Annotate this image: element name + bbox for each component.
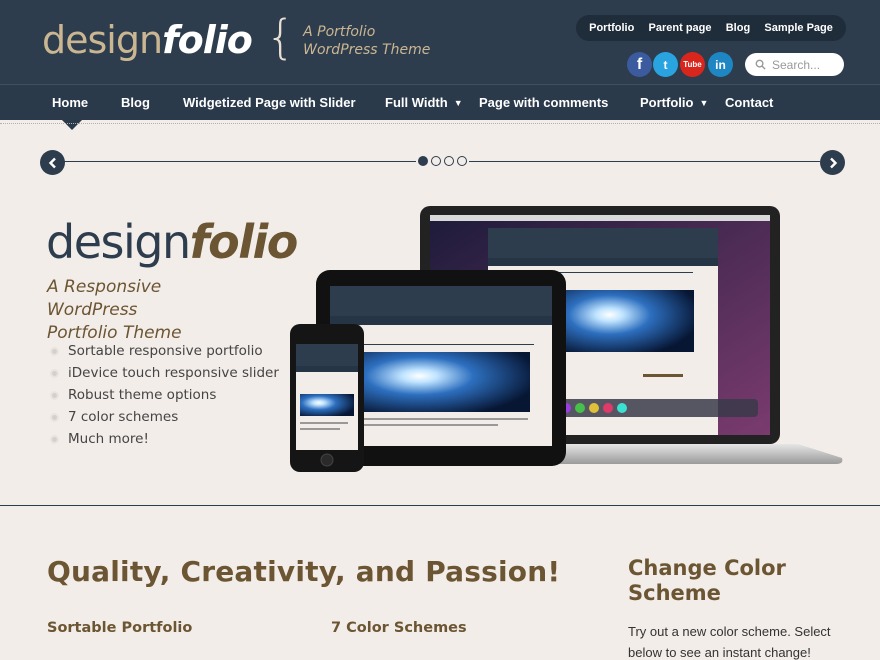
list-item: Sortable responsive portfolio bbox=[50, 340, 279, 362]
main-nav: Home Blog Widgetized Page with Slider Fu… bbox=[0, 84, 880, 120]
responsive-devices-image bbox=[290, 206, 843, 472]
slider-pagination bbox=[416, 156, 469, 166]
phone-mockup bbox=[290, 324, 364, 472]
search-icon bbox=[755, 59, 766, 70]
list-item: 7 color schemes bbox=[50, 406, 279, 428]
feature-list: Sortable responsive portfolio iDevice to… bbox=[50, 340, 279, 450]
top-nav-blog[interactable]: Blog bbox=[726, 22, 750, 34]
bullet-icon bbox=[50, 434, 59, 444]
slider-next-button[interactable] bbox=[820, 150, 845, 175]
twitter-icon[interactable]: t bbox=[653, 52, 678, 77]
chevron-right-icon bbox=[829, 157, 837, 168]
logo-text: designfolio bbox=[42, 18, 253, 62]
slider-prev-button[interactable] bbox=[40, 150, 65, 175]
hero-tagline: A Responsive WordPress Portfolio Theme bbox=[47, 277, 182, 343]
top-nav-portfolio[interactable]: Portfolio bbox=[589, 22, 634, 34]
nav-item-contact[interactable]: Contact bbox=[725, 85, 773, 121]
slider-dot[interactable] bbox=[457, 156, 467, 166]
chevron-down-icon: ▼ bbox=[699, 98, 709, 108]
column-heading-color-schemes: 7 Color Schemes bbox=[331, 620, 467, 636]
top-nav-sample-page[interactable]: Sample Page bbox=[764, 22, 832, 34]
top-nav-parent-page[interactable]: Parent page bbox=[649, 22, 712, 34]
list-item: iDevice touch responsive slider bbox=[50, 362, 279, 384]
bullet-icon bbox=[50, 346, 59, 356]
youtube-icon[interactable]: Tube bbox=[680, 52, 705, 77]
nav-item-widgetized-page[interactable]: Widgetized Page with Slider bbox=[183, 85, 356, 121]
site-tagline: A Portfolio WordPress Theme bbox=[303, 24, 431, 58]
sidebar-heading: Change Color Scheme bbox=[628, 556, 786, 605]
sidebar-text: Try out a new color scheme. Select below… bbox=[628, 624, 831, 660]
bullet-icon bbox=[50, 390, 59, 400]
active-nav-pointer bbox=[60, 118, 84, 130]
top-nav: Portfolio Parent page Blog Sample Page bbox=[576, 15, 846, 41]
slider-dot[interactable] bbox=[444, 156, 454, 166]
bullet-icon bbox=[50, 368, 59, 378]
bullet-icon bbox=[50, 412, 59, 422]
list-item: Robust theme options bbox=[50, 384, 279, 406]
site-header: designfolio { A Portfolio WordPress Theme… bbox=[0, 0, 880, 120]
linkedin-icon[interactable]: in bbox=[708, 52, 733, 77]
nav-item-home[interactable]: Home bbox=[52, 85, 88, 121]
chevron-down-icon: ▼ bbox=[453, 98, 463, 108]
nav-item-page-with-comments[interactable]: Page with comments bbox=[479, 85, 608, 121]
search-input[interactable] bbox=[772, 57, 840, 72]
logo-brace: { bbox=[265, 10, 296, 64]
site-logo[interactable]: designfolio { A Portfolio WordPress Theme bbox=[42, 10, 433, 66]
hero-logo: designfolio bbox=[46, 215, 298, 269]
nav-item-blog[interactable]: Blog bbox=[121, 85, 150, 121]
nav-item-full-width[interactable]: Full Width ▼ bbox=[385, 85, 463, 121]
facebook-icon[interactable]: f bbox=[627, 52, 652, 77]
nav-item-portfolio[interactable]: Portfolio ▼ bbox=[640, 85, 708, 121]
list-item: Much more! bbox=[50, 428, 279, 450]
slider-dot[interactable] bbox=[418, 156, 428, 166]
search-box[interactable] bbox=[745, 53, 844, 76]
chevron-left-icon bbox=[48, 157, 56, 168]
column-heading-portfolio: Sortable Portfolio bbox=[47, 620, 193, 636]
slider-dot[interactable] bbox=[431, 156, 441, 166]
section-divider bbox=[0, 505, 880, 506]
content-heading: Quality, Creativity, and Passion! bbox=[47, 555, 561, 588]
header-divider bbox=[0, 123, 880, 124]
